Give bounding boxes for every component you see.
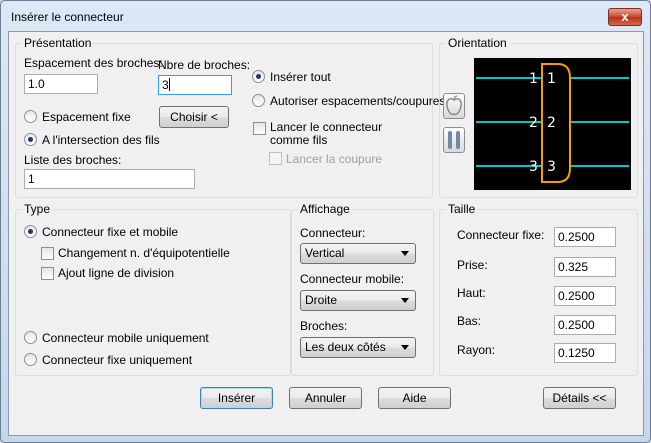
- size-input-radius[interactable]: 0.1250: [554, 343, 616, 363]
- size-label-bottom: Bas:: [457, 314, 482, 328]
- size-legend: Taille: [446, 202, 478, 216]
- close-icon: x: [621, 9, 629, 24]
- connector-preview: 1 1 2 2 3 3: [474, 58, 631, 190]
- flip-view-button[interactable]: [443, 127, 465, 153]
- pins-select-value: Les deux côtés: [305, 340, 386, 354]
- mobile-only-radio[interactable]: [24, 331, 37, 344]
- mobile-connector-select-value: Droite: [305, 293, 338, 307]
- title-bar[interactable]: Insérer le connecteur x: [1, 1, 650, 31]
- launch-as-wires-checkbox[interactable]: [253, 122, 266, 135]
- fixed-spacing-label[interactable]: Espacement fixe: [42, 110, 131, 124]
- presentation-legend: Présentation: [22, 36, 94, 50]
- size-input-top[interactable]: 0.2500: [554, 286, 616, 306]
- details-button[interactable]: Détails <<: [543, 387, 616, 409]
- fixed-only-radio[interactable]: [24, 353, 37, 366]
- fixed-and-mobile-radio[interactable]: [24, 225, 37, 238]
- size-label-top: Haut:: [457, 286, 486, 300]
- connector-label: Connecteur:: [300, 226, 366, 240]
- launch-cut-checkbox[interactable]: [269, 152, 282, 165]
- chevron-down-icon: [401, 298, 409, 303]
- size-label-fixed: Connecteur fixe:: [457, 228, 545, 242]
- apple-icon: [446, 95, 462, 116]
- preview-pin-label-right: 3: [547, 159, 556, 175]
- preview-pin-label-left: 2: [529, 115, 538, 131]
- size-group: Taille Connecteur fixe: 0.2500 Prise: 0.…: [439, 202, 638, 376]
- rotate-view-button[interactable]: [443, 93, 465, 119]
- presentation-group: Présentation Espacement des broches: 1.0…: [15, 36, 445, 198]
- type-group: Type Connecteur fixe et mobile Changemen…: [15, 202, 291, 376]
- preview-pin-label-left: 3: [529, 159, 538, 175]
- pins-select[interactable]: Les deux côtés: [300, 337, 416, 358]
- pin-count-value: 3: [162, 78, 169, 92]
- window-title: Insérer le connecteur: [11, 10, 124, 24]
- pin-list-label: Liste des broches:: [24, 153, 122, 167]
- pin-list-input[interactable]: 1: [24, 169, 195, 189]
- launch-as-wires-label-line2[interactable]: comme fils: [270, 133, 327, 147]
- size-label-radius: Rayon:: [457, 343, 496, 357]
- preview-pin-label-right: 1: [547, 71, 556, 87]
- equipotential-change-label[interactable]: Changement n. d'équipotentielle: [58, 246, 230, 260]
- allow-gaps-radio[interactable]: [252, 94, 265, 107]
- insert-button[interactable]: Insérer: [200, 387, 273, 409]
- orientation-legend: Orientation: [446, 36, 509, 50]
- size-input-fixed[interactable]: 0.2500: [554, 227, 616, 247]
- chevron-down-icon: [401, 345, 409, 350]
- type-legend: Type: [22, 202, 53, 216]
- insert-all-label[interactable]: Insérer tout: [270, 70, 331, 84]
- display-legend: Affichage: [298, 202, 352, 216]
- dialog-body: Présentation Espacement des broches: 1.0…: [8, 31, 644, 436]
- pin-count-label: Nbre de broches:: [158, 58, 251, 72]
- pin-count-input[interactable]: 3: [158, 75, 232, 95]
- fixed-and-mobile-label[interactable]: Connecteur fixe et mobile: [42, 225, 178, 239]
- wire-intersection-radio[interactable]: [24, 133, 37, 146]
- wire-intersection-label[interactable]: A l'intersection des fils: [42, 133, 160, 147]
- mobile-connector-label: Connecteur mobile:: [300, 272, 405, 286]
- add-division-line-label[interactable]: Ajout ligne de division: [58, 266, 174, 280]
- connector-select[interactable]: Vertical: [300, 243, 416, 264]
- mirror-icon: [448, 131, 460, 149]
- help-button[interactable]: Aide: [378, 387, 451, 409]
- add-division-line-checkbox[interactable]: [41, 267, 54, 280]
- size-input-bottom[interactable]: 0.2500: [554, 315, 616, 335]
- display-group: Affichage Connecteur: Vertical Connecteu…: [291, 202, 434, 376]
- preview-pin-label-left: 1: [529, 71, 538, 87]
- size-label-plug: Prise:: [457, 258, 488, 272]
- mobile-only-label[interactable]: Connecteur mobile uniquement: [42, 331, 209, 345]
- launch-as-wires-label-line1[interactable]: Lancer le connecteur: [270, 120, 382, 134]
- text-caret: [168, 78, 170, 91]
- mobile-connector-select[interactable]: Droite: [300, 290, 416, 311]
- size-input-plug[interactable]: 0.325: [554, 257, 616, 277]
- dialog-window: Insérer le connecteur x Présentation Esp…: [0, 0, 651, 443]
- chevron-down-icon: [401, 251, 409, 256]
- spacing-label: Espacement des broches:: [24, 56, 163, 70]
- pins-label: Broches:: [300, 319, 348, 333]
- choose-button[interactable]: Choisir <: [159, 106, 229, 128]
- preview-pin-label-right: 2: [547, 115, 556, 131]
- spacing-input[interactable]: 1.0: [24, 74, 98, 94]
- cancel-button[interactable]: Annuler: [289, 387, 362, 409]
- close-button[interactable]: x: [608, 8, 642, 26]
- orientation-group: Orientation 11 22 33: [439, 36, 638, 198]
- fixed-only-label[interactable]: Connecteur fixe uniquement: [42, 353, 192, 367]
- allow-gaps-label[interactable]: Autoriser espacements/coupures: [270, 94, 445, 108]
- connector-select-value: Vertical: [305, 246, 345, 260]
- insert-all-radio[interactable]: [252, 70, 265, 83]
- fixed-spacing-radio[interactable]: [24, 110, 37, 123]
- launch-cut-label: Lancer la coupure: [286, 152, 383, 166]
- equipotential-change-checkbox[interactable]: [41, 247, 54, 260]
